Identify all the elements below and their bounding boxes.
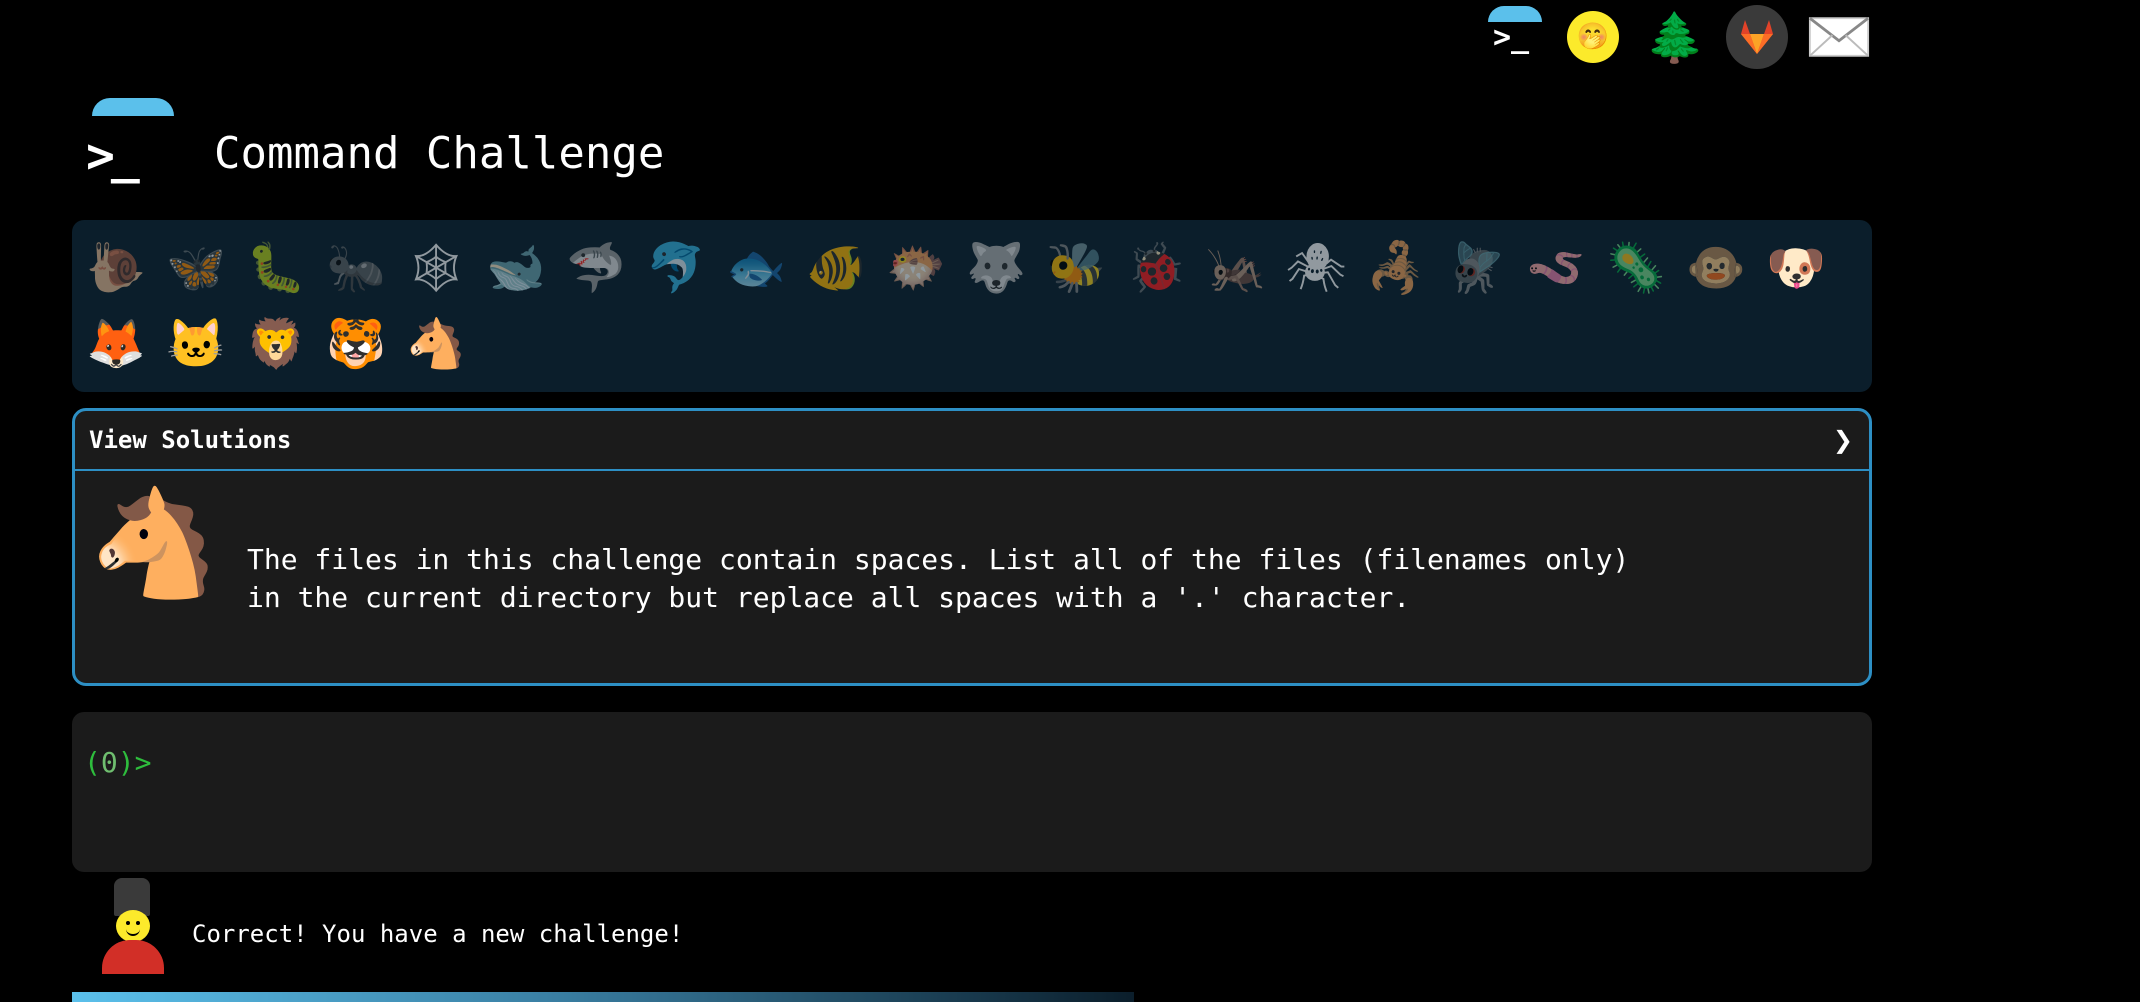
challenge-body: 🐴 The files in this challenge contain sp…	[75, 471, 1869, 685]
dolphin-icon[interactable]: 🐬	[642, 232, 710, 304]
spider-web-icon[interactable]: 🕸	[402, 232, 470, 304]
wolf-icon[interactable]: 🐺	[962, 232, 1030, 304]
face-icon-circle: 🤭	[1567, 11, 1619, 63]
tropical-fish-icon[interactable]: 🐠	[802, 232, 870, 304]
ant-icon[interactable]: 🐜	[322, 232, 390, 304]
monkey-icon[interactable]: 🐵	[1682, 232, 1750, 304]
lion-icon[interactable]: 🦁	[242, 308, 310, 380]
gitlab-icon[interactable]	[1726, 5, 1788, 69]
dog-icon[interactable]: 🐶	[1762, 232, 1830, 304]
terminal-input-area[interactable]: (0)>	[72, 712, 1872, 872]
tree-glyph: 🌲	[1645, 9, 1705, 66]
logo-cap	[92, 98, 174, 116]
tiger-icon[interactable]: 🐯	[322, 308, 390, 380]
exit-code: 0	[100, 746, 118, 779]
terminal-glyph: >_	[1492, 19, 1530, 55]
butterfly-icon[interactable]: 🦋	[162, 232, 230, 304]
view-solutions-toggle[interactable]: View Solutions ❯	[75, 411, 1869, 471]
gitlab-logo-icon	[1741, 20, 1773, 54]
guard-icon	[96, 878, 168, 974]
guard-eye	[126, 921, 130, 925]
bee-icon[interactable]: 🐝	[1042, 232, 1110, 304]
gitlab-icon-circle	[1726, 5, 1788, 69]
challenge-panel: View Solutions ❯ 🐴 The files in this cha…	[72, 408, 1872, 686]
cricket-icon[interactable]: 🦗	[1202, 232, 1270, 304]
guard-face	[116, 910, 150, 942]
progress-bar	[72, 992, 1134, 1002]
microbe-icon[interactable]: 🦠	[1602, 232, 1670, 304]
view-solutions-label: View Solutions	[89, 426, 292, 454]
fish-icon[interactable]: 🐟	[722, 232, 790, 304]
challenge-animal-strip: 🐌 🦋 🐛 🐜 🕸 🐋 🦈 🐬 🐟 🐠 🐡 🐺 🐝 🐞 🦗 🕷 🦂 🪰 🪱 🦠 🐵 🐶 🦊 🐱 🦁 🐯 🐴	[72, 220, 1872, 392]
mail-icon[interactable]	[1808, 6, 1870, 68]
face-hand-over-mouth-icon[interactable]: 🤭	[1562, 6, 1624, 68]
shark-icon[interactable]: 🦈	[562, 232, 630, 304]
terminal-nav-icon[interactable]: >_	[1480, 6, 1542, 68]
whale-icon[interactable]: 🐋	[482, 232, 550, 304]
prompt-close: )>	[117, 746, 152, 779]
prompt-open: (	[84, 746, 101, 779]
challenge-description-line2: in the current directory but replace all…	[247, 581, 1411, 614]
horse-icon[interactable]: 🐴	[402, 308, 470, 380]
fox-icon[interactable]: 🦊	[82, 308, 150, 380]
guard-eye	[136, 921, 140, 925]
top-nav: >_ 🤭 🌲	[1480, 5, 1870, 69]
tree-icon[interactable]: 🌲	[1644, 6, 1706, 68]
scorpion-icon[interactable]: 🦂	[1362, 232, 1430, 304]
worm-icon[interactable]: 🪱	[1522, 232, 1590, 304]
envelope-icon	[1808, 17, 1870, 57]
status-message: Correct! You have a new challenge!	[192, 920, 684, 948]
guard-mouth	[126, 928, 140, 936]
chevron-right-icon: ❯	[1832, 426, 1853, 454]
caterpillar-icon[interactable]: 🐛	[242, 232, 310, 304]
cat-icon[interactable]: 🐱	[162, 308, 230, 380]
page-title: Command Challenge	[214, 128, 665, 179]
site-logo[interactable]: >_	[86, 98, 178, 188]
shell-prompt: (0)>	[84, 746, 151, 779]
snail-icon[interactable]: 🐌	[82, 232, 150, 304]
terminal-logo-icon: >_	[86, 128, 140, 184]
horse-icon: 🐴	[89, 482, 219, 604]
challenge-description-line1: The files in this challenge contain spac…	[247, 543, 1630, 576]
guard-body	[102, 940, 164, 974]
blowfish-icon[interactable]: 🐡	[882, 232, 950, 304]
spider-icon[interactable]: 🕷	[1282, 232, 1350, 304]
face-glyph: 🤭	[1576, 22, 1610, 52]
lady-beetle-icon[interactable]: 🐞	[1122, 232, 1190, 304]
challenge-description: The files in this challenge contain spac…	[247, 541, 1847, 617]
fly-icon[interactable]: 🪰	[1442, 232, 1510, 304]
